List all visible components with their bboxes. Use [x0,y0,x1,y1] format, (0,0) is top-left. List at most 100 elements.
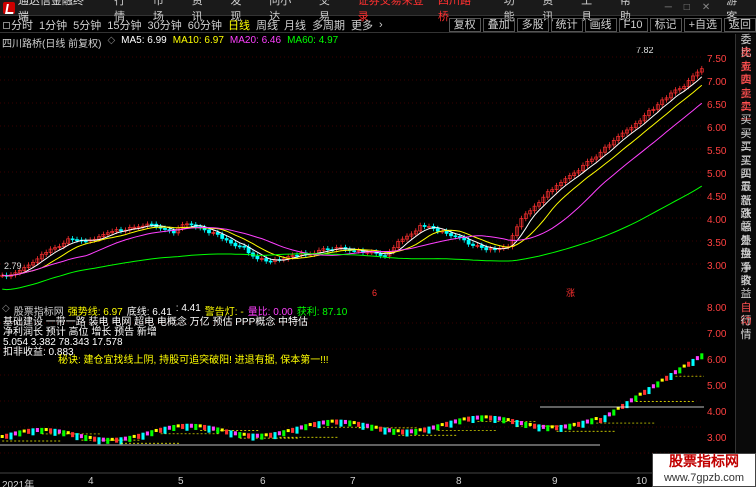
maximize-icon[interactable]: □ [684,2,690,13]
more-arrow-icon[interactable]: › [376,19,386,31]
draw-line-button[interactable]: 画线 [585,18,617,32]
indicator-bar [18,430,21,436]
period-intraday[interactable]: 分时 [0,17,36,33]
period-1min[interactable]: 1分钟 [36,17,70,33]
indicator-bar [133,435,136,438]
candle-body [480,245,483,247]
sidebar-item[interactable]: 涨跌 [736,195,756,208]
indicator-bar [62,430,65,436]
period-30min[interactable]: 30分钟 [145,17,185,33]
candlestick-chart[interactable]: 7.82 2.79 6 涨 [0,47,704,297]
indicator-bar [243,433,246,436]
multi-stock-button[interactable]: 多股 [517,18,549,32]
period-weekly[interactable]: 周线 [253,17,281,33]
indicator-bar [599,418,602,423]
sidebar-item[interactable]: 收益 [736,275,756,288]
indicator-bar [502,417,505,423]
indicator-bar [454,419,457,423]
indicator-bar [542,425,545,429]
candle-body [150,224,153,225]
indicator-bar [234,431,237,435]
menu-bar: 通达信金融终端 行情 市场 资讯 发现 问小达 交易 证券交易未登录 四川路桥 … [0,0,756,16]
period-daily[interactable]: 日线 [225,17,253,33]
indicator-bar [375,426,378,429]
sidebar-item[interactable]: 最新 [736,181,756,194]
period-60min[interactable]: 60分钟 [185,17,225,33]
site-watermark: 股票指标网 www.7gpzb.com [652,453,756,487]
price-tick: 6.50 [707,100,726,111]
sidebar-item[interactable]: 买三 [736,141,756,154]
sidebar-item[interactable]: 委比 [736,34,756,47]
period-monthly[interactable]: 月线 [281,17,309,33]
indicator-bar [634,396,637,402]
adjust-button[interactable]: 复权 [449,18,481,32]
indicator-bar [621,404,624,409]
period-5min[interactable]: 5分钟 [70,17,104,33]
sidebar-item[interactable]: 买二 [736,128,756,141]
sidebar-item[interactable]: 卖一 [736,101,756,114]
sidebar-item[interactable]: 卖三 [736,74,756,87]
sub-tick: 6.00 [707,355,726,366]
sidebar-item[interactable]: 买四 [736,155,756,168]
date-tick: 2021年 [2,476,34,487]
sidebar-item[interactable]: 卖二 [736,88,756,101]
sidebar-item[interactable]: 行情 [736,315,756,328]
indicator-bar [353,421,356,424]
candle-body [238,246,241,247]
strategy-slogan: 秘诀: 建仓宜找线上阴, 持股可追突破阳! 进退有据, 保本第一!!! [58,351,329,366]
indicator-bar [691,359,694,366]
indicator-bar [71,432,74,437]
indicator-bar [212,427,215,431]
sub-tick: 8.00 [707,303,726,314]
candle-body [75,240,78,241]
sidebar-item[interactable]: 自动 [736,302,756,315]
indicator-bar [53,429,56,436]
candle-body [265,259,268,262]
sidebar-item[interactable]: 外盘 [736,235,756,248]
sidebar-item[interactable]: 涨幅 [736,208,756,221]
indicator-bar [696,356,699,360]
indicator-bar [652,384,655,388]
period-more[interactable]: 更多 [348,17,376,33]
candle-body [234,243,237,246]
price-tick: 4.00 [707,215,726,226]
indicator-bar [493,416,496,423]
indicator-bar [661,379,664,382]
indicator-bar [27,429,30,434]
date-tick: 10 [636,476,647,487]
sidebar-item[interactable]: 卖五 [736,47,756,60]
indicator-bar [181,424,184,429]
sidebar-item[interactable]: 卖四 [736,61,756,74]
close-icon[interactable]: ✕ [702,2,710,13]
candle-body [229,240,232,243]
indicator-bar [678,367,681,373]
sidebar-item[interactable]: 买一 [736,114,756,127]
sidebar-item[interactable]: 净资 [736,262,756,275]
minimize-icon[interactable]: ─ [665,2,672,13]
indicator-bar [436,424,439,430]
add-watchlist-button[interactable]: +自选 [684,18,722,32]
f10-button[interactable]: F10 [619,18,648,32]
indicator-bar [309,423,312,426]
stats-button[interactable]: 统计 [551,18,583,32]
overlay-button[interactable]: 叠加 [483,18,515,32]
indicator-bar [533,424,536,429]
sub-tick: 7.00 [707,329,726,340]
indicator-bar [700,353,703,359]
indicator-bar [344,420,347,424]
watermark-title: 股票指标网 [653,454,755,471]
indicator-bar [577,422,580,427]
period-15min[interactable]: 15分钟 [104,17,144,33]
sidebar-item[interactable]: 换手 [736,248,756,261]
candle-body [326,249,329,250]
indicator-bar [445,422,448,427]
sidebar-item[interactable]: 总量 [736,221,756,234]
indicator-bar [190,424,193,428]
indicator-bar [401,429,404,434]
period-multi[interactable]: 多周期 [309,17,348,33]
sidebar-item[interactable]: 买五 [736,168,756,181]
mark-button[interactable]: 标记 [650,18,682,32]
back-button[interactable]: 返回 [724,18,756,32]
date-tick: 6 [260,476,266,487]
indicator-bar [128,436,131,442]
